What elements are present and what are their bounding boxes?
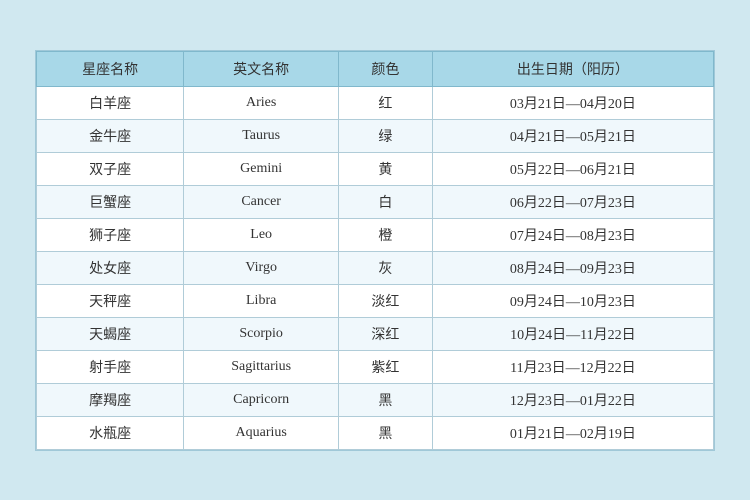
cell-dates: 07月24日—08月23日	[432, 218, 713, 251]
cell-color: 深红	[339, 317, 433, 350]
cell-english-name: Scorpio	[184, 317, 339, 350]
header-english-name: 英文名称	[184, 51, 339, 86]
cell-dates: 04月21日—05月21日	[432, 119, 713, 152]
header-chinese-name: 星座名称	[37, 51, 184, 86]
cell-dates: 08月24日—09月23日	[432, 251, 713, 284]
cell-chinese-name: 狮子座	[37, 218, 184, 251]
cell-color: 黑	[339, 383, 433, 416]
cell-english-name: Aries	[184, 86, 339, 119]
cell-english-name: Capricorn	[184, 383, 339, 416]
cell-chinese-name: 天秤座	[37, 284, 184, 317]
table-row: 水瓶座Aquarius黑01月21日—02月19日	[37, 416, 714, 449]
table-row: 天蝎座Scorpio深红10月24日—11月22日	[37, 317, 714, 350]
cell-dates: 12月23日—01月22日	[432, 383, 713, 416]
cell-dates: 05月22日—06月21日	[432, 152, 713, 185]
cell-chinese-name: 白羊座	[37, 86, 184, 119]
cell-dates: 06月22日—07月23日	[432, 185, 713, 218]
cell-color: 红	[339, 86, 433, 119]
cell-color: 绿	[339, 119, 433, 152]
cell-chinese-name: 巨蟹座	[37, 185, 184, 218]
cell-chinese-name: 天蝎座	[37, 317, 184, 350]
cell-chinese-name: 金牛座	[37, 119, 184, 152]
cell-dates: 09月24日—10月23日	[432, 284, 713, 317]
header-color: 颜色	[339, 51, 433, 86]
cell-color: 紫红	[339, 350, 433, 383]
cell-english-name: Leo	[184, 218, 339, 251]
cell-dates: 03月21日—04月20日	[432, 86, 713, 119]
cell-color: 黄	[339, 152, 433, 185]
cell-dates: 10月24日—11月22日	[432, 317, 713, 350]
cell-english-name: Taurus	[184, 119, 339, 152]
cell-chinese-name: 处女座	[37, 251, 184, 284]
table-row: 狮子座Leo橙07月24日—08月23日	[37, 218, 714, 251]
cell-english-name: Libra	[184, 284, 339, 317]
cell-dates: 11月23日—12月22日	[432, 350, 713, 383]
cell-dates: 01月21日—02月19日	[432, 416, 713, 449]
cell-color: 灰	[339, 251, 433, 284]
cell-chinese-name: 摩羯座	[37, 383, 184, 416]
cell-chinese-name: 水瓶座	[37, 416, 184, 449]
zodiac-table: 星座名称 英文名称 颜色 出生日期（阳历） 白羊座Aries红03月21日—04…	[36, 51, 714, 450]
cell-english-name: Aquarius	[184, 416, 339, 449]
cell-english-name: Virgo	[184, 251, 339, 284]
table-row: 巨蟹座Cancer白06月22日—07月23日	[37, 185, 714, 218]
cell-color: 橙	[339, 218, 433, 251]
cell-english-name: Sagittarius	[184, 350, 339, 383]
cell-color: 白	[339, 185, 433, 218]
table-row: 射手座Sagittarius紫红11月23日—12月22日	[37, 350, 714, 383]
table-row: 摩羯座Capricorn黑12月23日—01月22日	[37, 383, 714, 416]
zodiac-table-container: 星座名称 英文名称 颜色 出生日期（阳历） 白羊座Aries红03月21日—04…	[35, 50, 715, 451]
cell-english-name: Gemini	[184, 152, 339, 185]
header-dates: 出生日期（阳历）	[432, 51, 713, 86]
table-row: 金牛座Taurus绿04月21日—05月21日	[37, 119, 714, 152]
cell-color: 黑	[339, 416, 433, 449]
table-row: 白羊座Aries红03月21日—04月20日	[37, 86, 714, 119]
table-row: 天秤座Libra淡红09月24日—10月23日	[37, 284, 714, 317]
cell-chinese-name: 双子座	[37, 152, 184, 185]
cell-color: 淡红	[339, 284, 433, 317]
cell-chinese-name: 射手座	[37, 350, 184, 383]
table-header-row: 星座名称 英文名称 颜色 出生日期（阳历）	[37, 51, 714, 86]
table-row: 处女座Virgo灰08月24日—09月23日	[37, 251, 714, 284]
table-row: 双子座Gemini黄05月22日—06月21日	[37, 152, 714, 185]
cell-english-name: Cancer	[184, 185, 339, 218]
